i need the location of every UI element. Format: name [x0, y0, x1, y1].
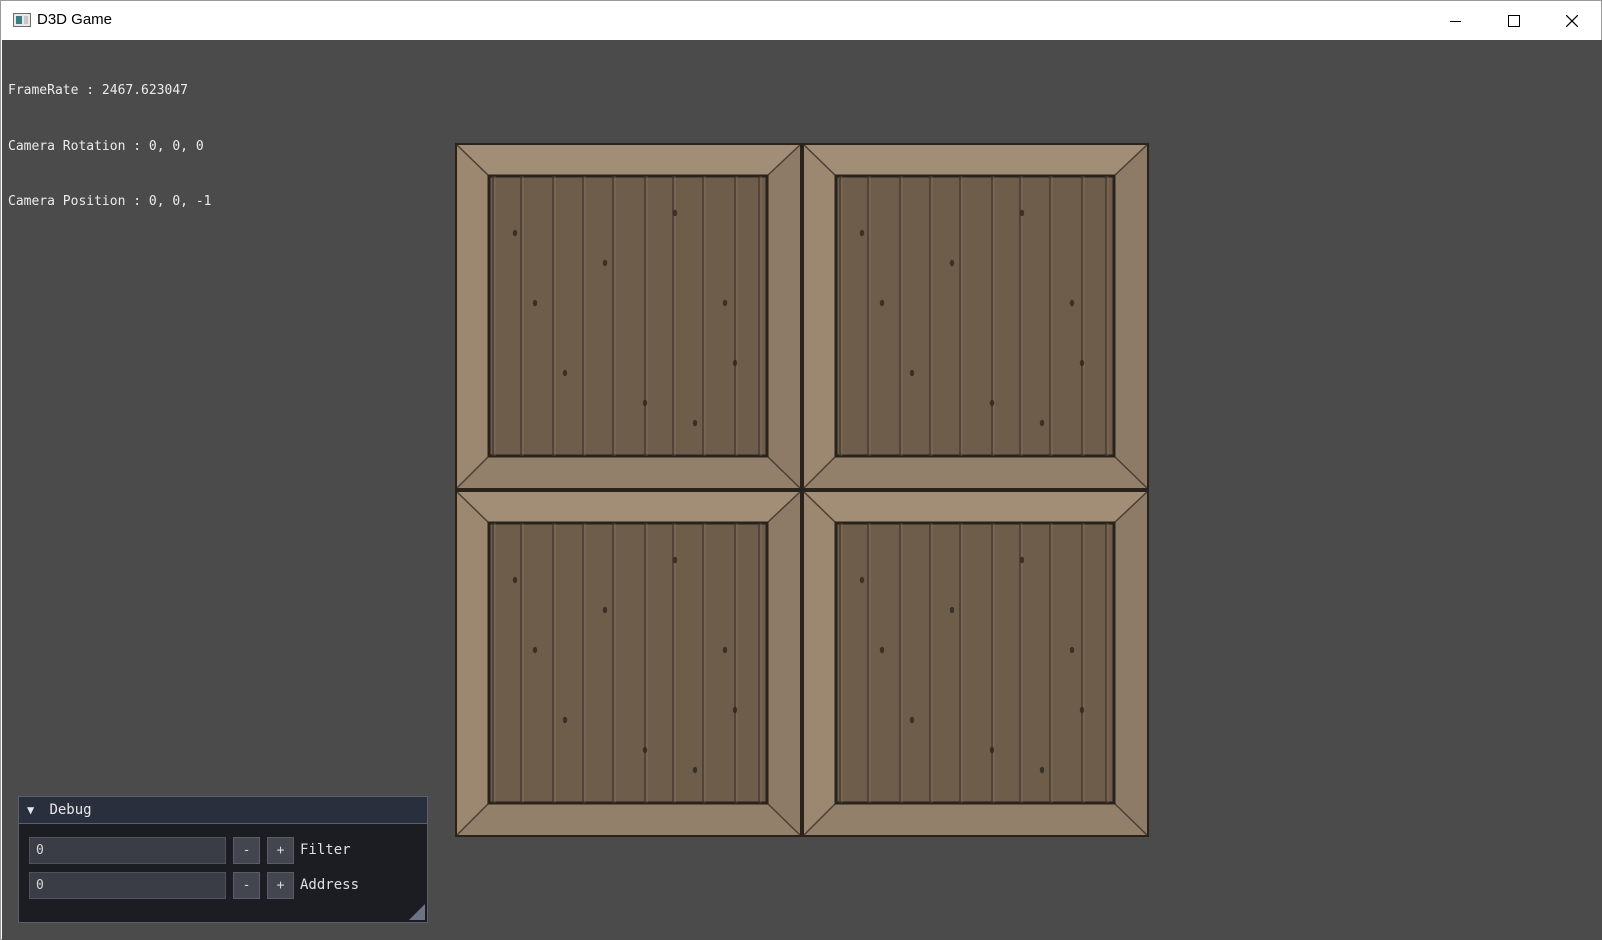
address-increment-button[interactable]: +	[267, 871, 294, 899]
address-input[interactable]: 0	[29, 871, 226, 899]
maximize-icon	[1508, 14, 1520, 27]
camera-position-text: Camera Position : 0, 0, -1	[8, 194, 212, 209]
filter-decrement-button[interactable]: -	[233, 836, 260, 864]
filter-input[interactable]: 0	[29, 836, 226, 864]
debug-panel[interactable]: ▼ Debug 0 - + Filter 0 - + Address	[18, 796, 428, 923]
crate-tile	[802, 490, 1149, 837]
crate-tile	[802, 143, 1149, 490]
close-button[interactable]	[1543, 1, 1601, 40]
stats-overlay: FrameRate : 2467.623047 Camera Rotation …	[8, 45, 212, 249]
filter-row: 0 - + Filter	[29, 836, 351, 864]
filter-increment-button[interactable]: +	[267, 836, 294, 864]
crate-tile	[455, 143, 802, 490]
resize-grip-icon[interactable]	[409, 904, 425, 920]
title-bar[interactable]: D3D Game	[1, 1, 1601, 40]
crate-tile	[455, 490, 802, 837]
crate-quad	[455, 143, 1149, 837]
minimize-icon	[1450, 20, 1461, 22]
close-icon	[1566, 14, 1578, 27]
window-title: D3D Game	[37, 11, 113, 28]
address-label: Address	[300, 877, 360, 893]
camera-rotation-text: Camera Rotation : 0, 0, 0	[8, 138, 204, 154]
address-decrement-button[interactable]: -	[233, 871, 260, 899]
framerate-text: FrameRate : 2467.623047	[8, 83, 189, 98]
app-icon	[13, 13, 31, 27]
debug-panel-header[interactable]: ▼ Debug	[19, 797, 427, 824]
filter-label: Filter	[300, 842, 351, 858]
address-row: 0 - + Address	[29, 871, 359, 899]
debug-panel-title: Debug	[49, 802, 92, 818]
render-viewport[interactable]: FrameRate : 2467.623047 Camera Rotation …	[2, 40, 1602, 940]
collapse-triangle-icon[interactable]: ▼	[27, 797, 41, 824]
minimize-button[interactable]	[1427, 1, 1485, 40]
game-window: D3D Game FrameRate : 2467.623047 Camera …	[0, 0, 1602, 940]
maximize-button[interactable]	[1485, 1, 1543, 40]
